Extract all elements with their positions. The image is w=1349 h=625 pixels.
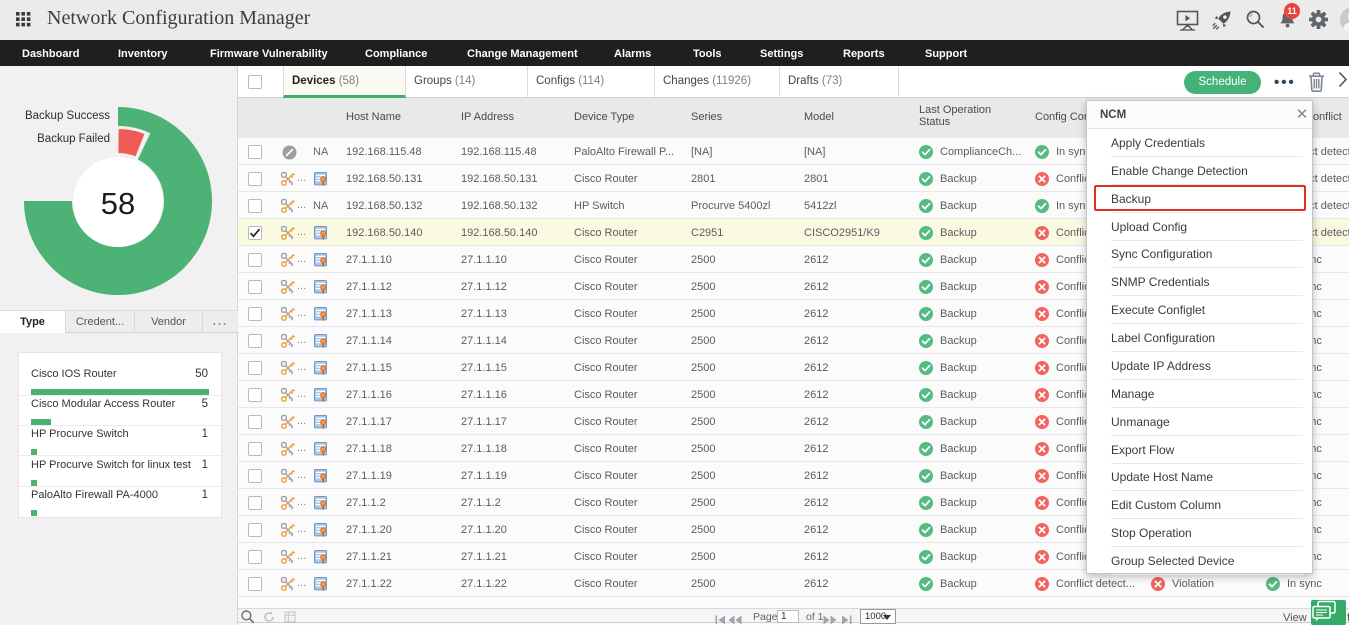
svg-text:58: 58 xyxy=(101,186,135,221)
